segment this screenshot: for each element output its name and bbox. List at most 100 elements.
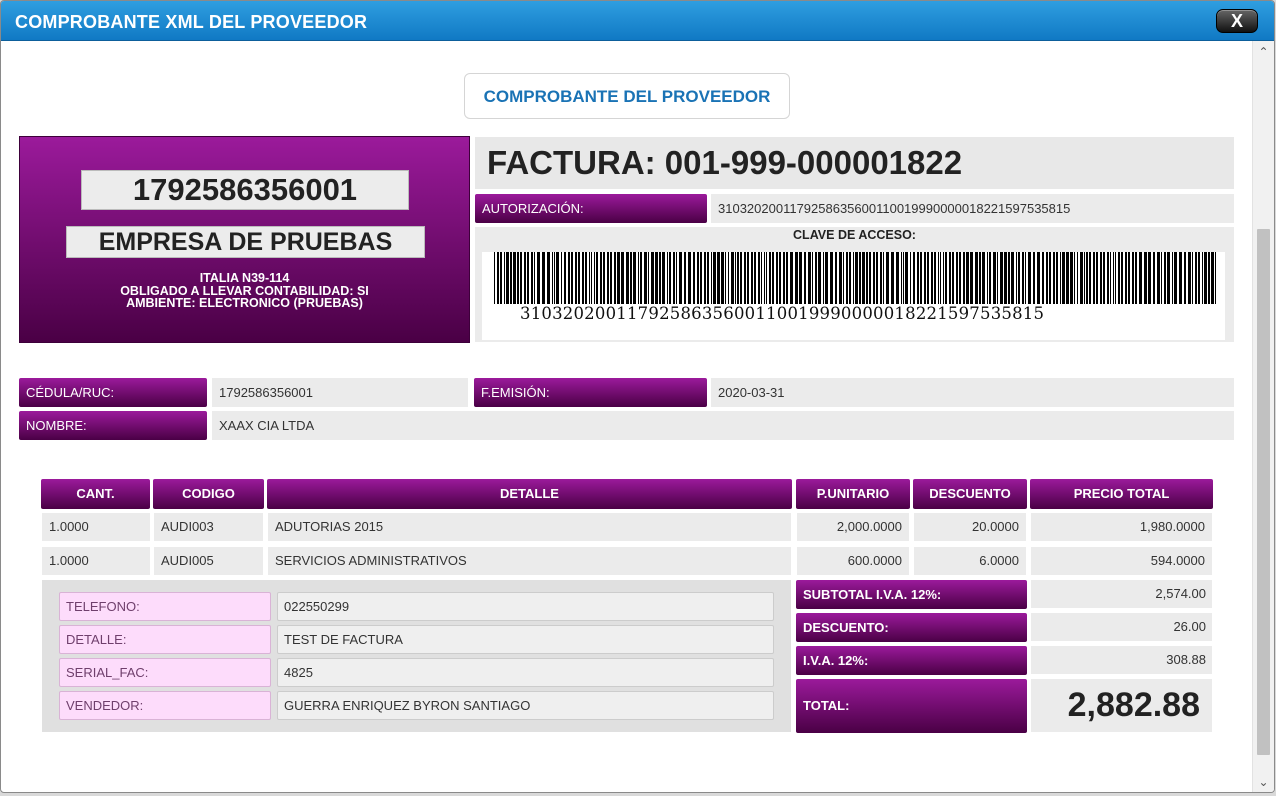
barcode-bar	[993, 252, 996, 304]
barcode-bar	[873, 252, 875, 304]
cedula-label: CÉDULA/RUC:	[19, 378, 207, 407]
barcode-bar	[1118, 252, 1120, 304]
barcode-bar	[564, 252, 566, 304]
barcode-image	[494, 252, 1216, 304]
barcode-bar	[673, 252, 675, 304]
barcode-bar	[693, 252, 695, 304]
barcode-bar	[903, 252, 904, 304]
barcode-bar	[1080, 252, 1083, 304]
company-info: ITALIA N39-114 OBLIGADO A LLEVAR CONTABI…	[20, 272, 469, 310]
barcode-bar	[1066, 252, 1069, 304]
table-cell-codigo: AUDI003	[154, 513, 263, 541]
barcode-bar	[735, 252, 736, 304]
barcode-bar	[626, 252, 629, 304]
barcode-bar	[534, 252, 535, 304]
scroll-up-arrow-icon[interactable]: ⌃	[1253, 43, 1274, 61]
barcode-bar	[537, 252, 540, 304]
barcode-bar	[934, 252, 936, 304]
barcode-bar	[721, 252, 724, 304]
iva-label: I.V.A. 12%:	[796, 646, 1027, 675]
clave-acceso-panel: CLAVE DE ACCESO: 31032020011792586356001…	[475, 227, 1234, 342]
barcode-bar	[1107, 252, 1109, 304]
extra-info-panel: TELEFONO: 022550299 DETALLE: TEST DE FAC…	[42, 580, 791, 732]
barcode-bar	[717, 252, 720, 304]
scrollbar-thumb[interactable]	[1257, 229, 1270, 755]
scroll-down-arrow-icon[interactable]: ⌄	[1253, 773, 1274, 791]
barcode-bar	[997, 252, 998, 304]
table-cell-punitario: 2,000.0000	[797, 513, 909, 541]
barcode-bar	[659, 252, 661, 304]
barcode-bar	[920, 252, 922, 304]
barcode-bar	[1179, 252, 1182, 304]
barcode-bar	[554, 252, 555, 304]
barcode-bar	[669, 252, 671, 304]
telefono-value: 022550299	[277, 592, 774, 621]
barcode-bar	[1033, 252, 1035, 304]
table-cell-cant: 1.0000	[42, 513, 150, 541]
barcode-bar	[1215, 252, 1216, 304]
barcode-bar	[740, 252, 742, 304]
barcode-bar	[1077, 252, 1078, 304]
nombre-value: XAAX CIA LTDA	[212, 411, 1234, 440]
barcode-bar	[513, 252, 516, 304]
barcode-bar	[823, 252, 824, 304]
barcode-bar	[542, 252, 545, 304]
barcode-bar	[684, 252, 686, 304]
barcode-bar	[571, 252, 573, 304]
barcode-bar	[956, 252, 958, 304]
barcode-bar	[1202, 252, 1203, 304]
barcode-bar	[1198, 252, 1200, 304]
barcode-bar	[758, 252, 760, 304]
barcode-bar	[987, 252, 988, 304]
company-name: EMPRESA DE PRUEBAS	[66, 226, 425, 258]
barcode-bar	[975, 252, 978, 304]
barcode-bar	[949, 252, 951, 304]
comprobante-proveedor-button[interactable]: COMPROBANTE DEL PROVEEDOR	[464, 73, 790, 119]
barcode-bar	[940, 252, 941, 304]
subtotal-label: SUBTOTAL I.V.A. 12%:	[796, 580, 1027, 609]
barcode-bar	[1157, 252, 1160, 304]
barcode-bar	[662, 252, 665, 304]
table-cell-detalle: ADUTORIAS 2015	[268, 513, 791, 541]
barcode-bar	[1204, 252, 1207, 304]
barcode-box: 3103202001179258635600110019990000018221…	[482, 252, 1225, 340]
vertical-scrollbar[interactable]: ⌃ ⌄	[1252, 41, 1274, 792]
barcode-bar	[901, 252, 902, 304]
barcode-bar	[527, 252, 529, 304]
barcode-bar	[876, 252, 878, 304]
col-header-punitario: P.UNITARIO	[796, 479, 910, 509]
barcode-bar	[621, 252, 624, 304]
barcode-bar	[966, 252, 969, 304]
barcode-bar	[779, 252, 781, 304]
table-cell-descuento: 20.0000	[914, 513, 1026, 541]
barcode-bar	[1208, 252, 1210, 304]
barcode-bar	[1153, 252, 1155, 304]
barcode-bar	[520, 252, 522, 304]
barcode-bar	[585, 252, 587, 304]
barcode-bar	[1100, 252, 1102, 304]
barcode-bar	[896, 252, 899, 304]
barcode-bar	[766, 252, 767, 304]
barcode-bar	[1164, 252, 1166, 304]
barcode-bar	[594, 252, 595, 304]
barcode-bar	[737, 252, 739, 304]
close-button[interactable]: X	[1216, 9, 1258, 33]
barcode-bar	[524, 252, 526, 304]
barcode-bar	[1084, 252, 1085, 304]
nombre-label: NOMBRE:	[19, 411, 207, 440]
barcode-bar	[776, 252, 778, 304]
barcode-bar	[1060, 252, 1061, 304]
autorizacion-value: 3103202001179258635600110019990000018221…	[711, 194, 1234, 223]
barcode-bar	[568, 252, 570, 304]
barcode-bar	[1172, 252, 1173, 304]
barcode-bar	[853, 252, 854, 304]
col-header-precio-total: PRECIO TOTAL	[1030, 479, 1213, 509]
barcode-bar	[952, 252, 954, 304]
barcode-bar	[614, 252, 616, 304]
barcode-bar	[582, 252, 584, 304]
barcode-bar	[640, 252, 642, 304]
barcode-bar	[517, 252, 519, 304]
barcode-bar	[655, 252, 658, 304]
barcode-bar	[917, 252, 919, 304]
barcode-bar	[1144, 252, 1147, 304]
